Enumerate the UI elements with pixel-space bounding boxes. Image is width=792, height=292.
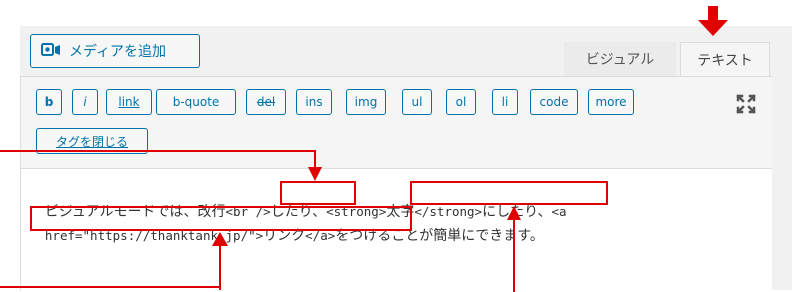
br-highlight-box — [280, 181, 356, 205]
anchor-open-code: <a — [551, 204, 567, 219]
quicktag-code-button[interactable]: code — [530, 89, 578, 115]
link-pointer-arrow-icon — [212, 232, 228, 290]
quicktag-ol-button[interactable]: ol — [446, 89, 476, 115]
annotation-line-br — [0, 150, 315, 152]
tab-pointer-arrow-icon — [698, 6, 728, 36]
quicktag-ins-button[interactable]: ins — [296, 89, 332, 115]
fullscreen-icon[interactable] — [736, 94, 756, 114]
annotation-line-link — [0, 286, 221, 288]
tab-text-label: テキスト — [697, 52, 753, 69]
quicktag-img-button[interactable]: img — [346, 89, 386, 115]
quicktag-more-button[interactable]: more — [588, 89, 634, 115]
br-pointer-arrow-icon — [308, 150, 322, 181]
tab-text[interactable]: テキスト — [680, 42, 770, 76]
tab-visual-label: ビジュアル — [585, 52, 655, 68]
quicktag-i-button[interactable]: i — [72, 89, 98, 115]
quicktag-ul-button[interactable]: ul — [402, 89, 432, 115]
quicktag-bquote-button[interactable]: b-quote — [156, 89, 236, 115]
link-highlight-box — [30, 206, 412, 231]
quicktag-link-button[interactable]: link — [106, 89, 152, 115]
tab-visual[interactable]: ビジュアル — [564, 42, 676, 76]
quicktag-b-button[interactable]: b — [36, 89, 62, 115]
add-media-label: メディアを追加 — [69, 44, 167, 60]
media-icon — [41, 43, 60, 56]
strong-pointer-arrow-icon — [507, 206, 521, 292]
add-media-button[interactable]: メディアを追加 — [30, 34, 200, 68]
quicktag-li-button[interactable]: li — [492, 89, 518, 115]
quicktag-del-button[interactable]: del — [246, 89, 286, 115]
strong-highlight-box — [410, 181, 608, 205]
